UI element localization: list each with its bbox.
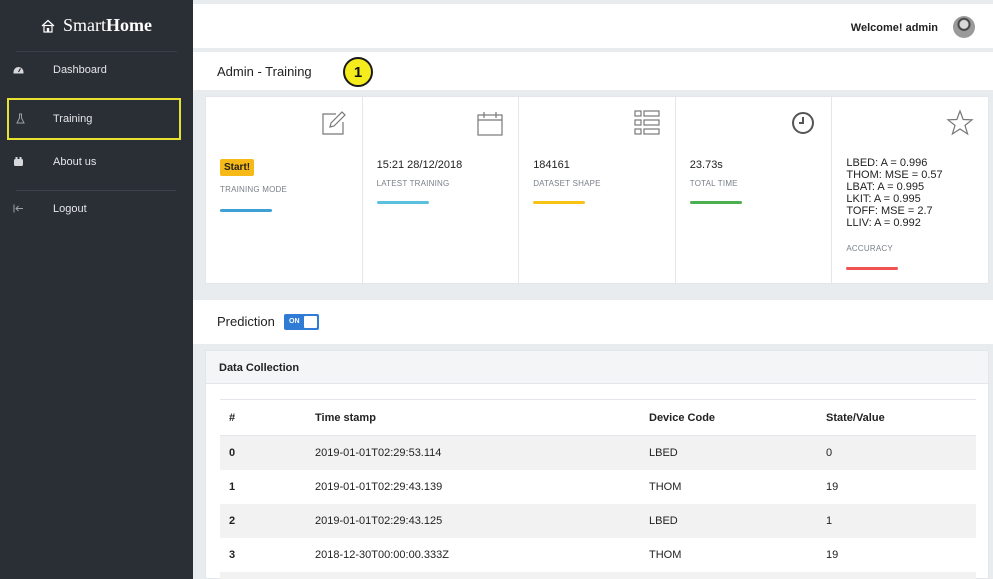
sidebar-item-label: Training: [53, 113, 93, 125]
accuracy-line: LKIT: A = 0.995: [846, 193, 921, 205]
row-timestamp: 2018-12-30T00:00:00.333Z: [315, 548, 449, 561]
accuracy-label: ACCURACY: [846, 244, 893, 253]
training-mode-bar: [220, 209, 272, 212]
dataset-shape-label: DATASET SHAPE: [533, 179, 601, 188]
column-header: Device Code: [640, 399, 817, 436]
top-bar: Welcome! admin: [193, 4, 993, 48]
card-dataset-shape: 184161 DATASET SHAPE: [519, 97, 676, 283]
dataset-shape-bar: [533, 201, 586, 204]
table-row[interactable]: 0 2019-01-01T02:29:53.114 LBED 0: [220, 435, 976, 470]
sidebar-item-about[interactable]: About us: [0, 147, 193, 177]
card-accuracy: LBED: A = 0.996 THOM: MSE = 0.57 LBAT: A…: [832, 97, 988, 283]
info-icon: [14, 157, 23, 166]
row-state-value: 1: [817, 503, 976, 538]
card-latest-training: 15:21 28/12/2018 LATEST TRAINING: [363, 97, 520, 283]
accuracy-bar: [846, 267, 899, 270]
callout-1: 1: [343, 57, 373, 87]
column-header: #: [220, 399, 306, 436]
row-device-code: LBED: [640, 503, 817, 538]
stats-cards: Start! TRAINING MODE 15:21 28/12/2018 LA…: [205, 96, 989, 284]
list-icon: [634, 110, 660, 135]
latest-training-label: LATEST TRAINING: [376, 179, 450, 188]
sidebar: SmartHome Dashboard Training About us Lo…: [0, 0, 193, 579]
sidebar-item-dashboard[interactable]: Dashboard: [0, 55, 193, 85]
data-collection-table: # Time stamp Device Code State/Value 0 2…: [220, 399, 976, 579]
brand-logo[interactable]: SmartHome: [16, 0, 177, 52]
row-index: 3: [229, 548, 236, 561]
sidebar-divider: [16, 190, 176, 191]
row-device-code: LBED: [640, 435, 817, 470]
data-collection-header: Data Collection: [206, 351, 988, 384]
table-row[interactable]: 2 2019-01-01T02:29:43.125 LBED 1: [220, 503, 976, 538]
star-icon: [946, 109, 974, 136]
row-state-value: 0: [817, 435, 976, 470]
brand-name-regular: Smart: [63, 15, 106, 35]
latest-training-bar: [376, 201, 429, 204]
toggle-knob: [304, 316, 317, 328]
card-total-time: 23.73s TOTAL TIME: [676, 97, 833, 283]
sidebar-item-label: Dashboard: [53, 64, 107, 76]
sidebar-item-label: Logout: [53, 203, 87, 215]
prediction-label: Prediction: [217, 314, 275, 329]
row-state-value: 19: [826, 480, 839, 493]
row-timestamp: 2019-01-01T02:29:43.125: [306, 503, 640, 538]
row-device-code: THOM: [649, 480, 682, 493]
accuracy-values: LBED: A = 0.996 THOM: MSE = 0.57 LBAT: A…: [846, 157, 942, 229]
table-row[interactable]: [220, 571, 976, 579]
table-row[interactable]: 1 2019-01-01T02:29:43.139 THOM 19: [220, 470, 976, 504]
row-device-code: THOM: [649, 548, 682, 561]
row-index: 0: [220, 435, 306, 470]
row-timestamp: 2019-01-01T02:29:43.139: [315, 480, 443, 493]
brand-name-bold: Home: [106, 15, 152, 35]
sidebar-item-label: About us: [53, 156, 97, 168]
home-icon: [41, 19, 55, 33]
prediction-row: Prediction ON: [193, 300, 993, 344]
edit-icon: [321, 111, 346, 135]
toggle-on-text: ON: [289, 318, 300, 325]
row-timestamp: 2019-01-01T02:29:53.114: [306, 435, 640, 470]
row-index: 1: [229, 480, 236, 493]
total-time-label: TOTAL TIME: [689, 179, 738, 188]
column-header: Time stamp: [306, 399, 640, 436]
logout-icon: [13, 204, 23, 213]
avatar[interactable]: [953, 16, 975, 38]
sidebar-item-logout[interactable]: Logout: [0, 194, 193, 224]
latest-training-value: 15:21 28/12/2018: [376, 159, 463, 171]
accuracy-line: TOFF: MSE = 2.7: [846, 205, 933, 217]
data-collection-title: Data Collection: [219, 362, 300, 374]
row-index: 2: [220, 503, 306, 538]
card-training-mode: Start! TRAINING MODE: [206, 97, 363, 283]
column-header: State/Value: [817, 399, 976, 436]
welcome-text: Welcome! admin: [850, 22, 938, 34]
start-training-button[interactable]: Start!: [220, 159, 255, 176]
accuracy-line: THOM: MSE = 0.57: [846, 169, 943, 181]
table-header-row: # Time stamp Device Code State/Value: [220, 399, 976, 436]
accuracy-line: LLIV: A = 0.992: [846, 217, 921, 229]
dataset-shape-value: 184161: [533, 159, 570, 171]
training-mode-label: TRAINING MODE: [220, 185, 288, 194]
dashboard-icon: [13, 67, 24, 74]
accuracy-line: LBAT: A = 0.995: [846, 181, 925, 193]
row-state-value: 19: [826, 548, 839, 561]
sidebar-item-training[interactable]: Training: [7, 98, 181, 140]
accuracy-line: LBED: A = 0.996: [846, 157, 928, 169]
prediction-toggle[interactable]: ON: [284, 314, 319, 330]
page-header: Admin - Training: [193, 52, 993, 90]
flask-icon: [16, 113, 25, 124]
data-collection-panel: Data Collection # Time stamp Device Code…: [205, 350, 989, 579]
clock-icon: [792, 112, 815, 134]
total-time-bar: [689, 201, 742, 204]
page-title: Admin - Training: [217, 64, 312, 79]
calendar-icon: [477, 112, 503, 136]
total-time-value: 23.73s: [689, 159, 723, 171]
table-row[interactable]: 3 2018-12-30T00:00:00.333Z THOM 19: [220, 538, 976, 572]
